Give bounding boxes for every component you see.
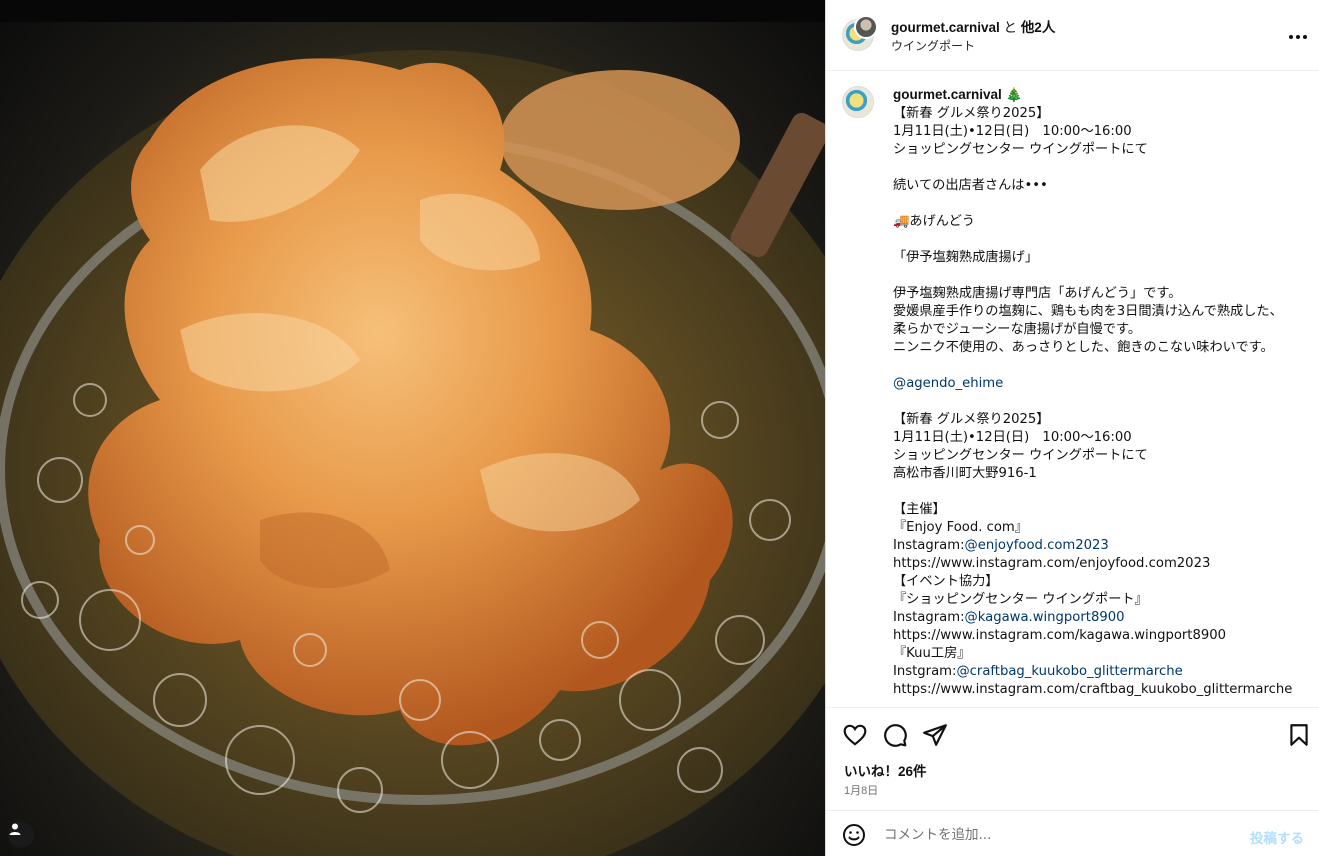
caption-line: 「伊予塩麹熟成唐揚げ」 (893, 250, 1039, 265)
comment-composer: 投稿する (826, 810, 1319, 857)
caption-line (893, 483, 1293, 501)
caption-line (893, 393, 1293, 411)
tree-emoji-icon: 🎄 (1005, 87, 1023, 102)
comment-input[interactable] (882, 823, 1226, 847)
save-icon[interactable] (1286, 722, 1312, 748)
caption-line: Instagram:@kagawa.wingport8900 (893, 609, 1293, 627)
mention-link[interactable]: @enjoyfood.com2023 (965, 538, 1109, 553)
caption-line (893, 357, 1293, 375)
caption-text-fragment: Instgram: (893, 664, 957, 679)
caption-line: 【新春 グルメ祭り2025】 (893, 106, 1050, 121)
caption-text: 【新春 グルメ祭り2025】 1月11日(土)•12日(日) 10:00〜16:0… (893, 105, 1293, 699)
caption-line: 続いての出店者さんは••• (893, 178, 1048, 193)
caption-line: 『ショッピングセンター ウイングポート』 (893, 592, 1148, 607)
author-username[interactable]: gourmet.carnival (891, 20, 1000, 35)
caption-line: https://www.instagram.com/craftbag_kuuko… (893, 682, 1293, 697)
post-authors: gourmet.carnival と 他2人 (891, 16, 1055, 36)
caption-line: 【主催】 (893, 502, 946, 517)
post-date[interactable]: 1月8日 (844, 782, 878, 798)
caption-line (893, 267, 1293, 285)
share-icon[interactable] (922, 722, 948, 748)
caption-line: 【新春 グルメ祭り2025】 (893, 412, 1050, 427)
user-tag-icon[interactable] (8, 822, 34, 848)
caption-line: 『Kuu工房』 (893, 646, 971, 661)
caption-line: ショッピングセンター ウイングポートにて (893, 142, 1148, 157)
caption-line: 1月11日(土)•12日(日) 10:00〜16:00 (893, 124, 1132, 139)
caption-line (893, 159, 1293, 177)
post-image[interactable] (0, 0, 825, 856)
more-horizontal-icon[interactable] (1288, 24, 1308, 42)
caption-author[interactable]: gourmet.carnival 🎄 (893, 87, 1022, 103)
caption-line (893, 195, 1293, 213)
caption-line: 🚚あげんどう (893, 214, 975, 229)
action-bar (826, 707, 1319, 758)
fried-chicken-illustration (0, 50, 825, 856)
caption-line: ニンニク不使用の、あっさりとした、飽きのこない味わいです。 (893, 340, 1274, 355)
collaborator-avatar[interactable] (854, 15, 878, 39)
caption-line: 高松市香川町大野916-1 (893, 466, 1037, 481)
comment-icon[interactable] (882, 722, 908, 748)
avatar[interactable] (842, 86, 874, 118)
caption-line: 1月11日(土)•12日(日) 10:00〜16:00 (893, 430, 1132, 445)
caption-line: @agendo_ehime (893, 375, 1293, 393)
caption-section: gourmet.carnival 🎄 【新春 グルメ祭り2025】 1月11日(土… (826, 71, 1319, 707)
caption-line: 【イベント協力】 (893, 574, 999, 589)
mention-link[interactable]: @craftbag_kuukobo_glittermarche (956, 664, 1182, 679)
collaborators-link[interactable]: 他2人 (1021, 20, 1056, 35)
caption-line: 愛媛県産手作りの塩麹に、鶏もも肉を3日間漬け込んで熟成した、柔らかでジューシーな… (893, 304, 1283, 337)
caption-line: Instagram:@enjoyfood.com2023 (893, 537, 1293, 555)
caption-text-fragment: Instagram: (893, 610, 965, 625)
caption-text-fragment: Instagram: (893, 538, 965, 553)
post-header: gourmet.carnival と 他2人 ウイングポート (826, 0, 1319, 71)
caption-line: ショッピングセンター ウイングポートにて (893, 448, 1148, 463)
caption-line: 『Enjoy Food. com』 (893, 520, 1028, 535)
caption-line: Instgram:@craftbag_kuukobo_glittermarche (893, 663, 1293, 681)
like-icon[interactable] (842, 722, 868, 748)
like-count[interactable]: いいね！26件 (844, 760, 927, 780)
post-detail-panel: gourmet.carnival と 他2人 ウイングポート gourmet.c… (825, 0, 1319, 856)
emoji-icon[interactable] (842, 823, 866, 851)
post-comment-button[interactable]: 投稿する (1250, 827, 1304, 847)
caption-line: https://www.instagram.com/kagawa.wingpor… (893, 628, 1227, 643)
caption-author-name[interactable]: gourmet.carnival (893, 87, 1002, 102)
mention-link[interactable]: @kagawa.wingport8900 (965, 610, 1125, 625)
mention-link[interactable]: @agendo_ehime (893, 376, 1003, 391)
caption-line (893, 231, 1293, 249)
caption-line: https://www.instagram.com/enjoyfood.com2… (893, 556, 1211, 571)
author-connector: と (999, 20, 1021, 35)
caption-line: 伊予塩麹熟成唐揚げ専門店「あげんどう」です。 (893, 286, 1182, 301)
location-link[interactable]: ウイングポート (891, 37, 975, 54)
